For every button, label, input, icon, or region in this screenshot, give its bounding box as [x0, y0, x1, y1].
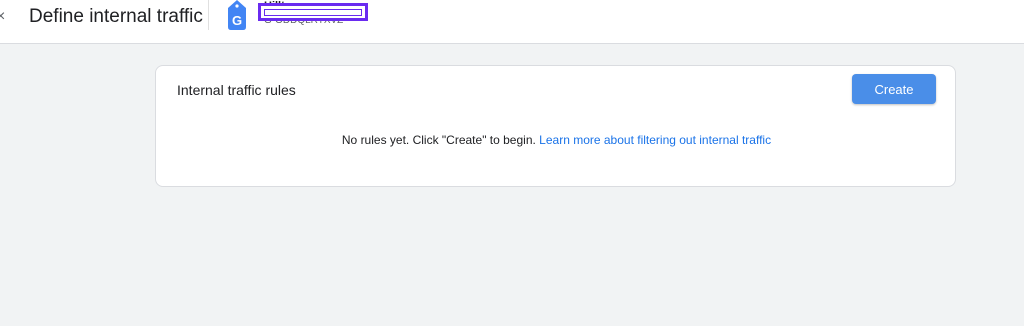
empty-state-message: No rules yet. Click "Create" to begin. L… [156, 132, 957, 148]
close-icon[interactable]: × [0, 8, 10, 26]
card-title: Internal traffic rules [177, 82, 296, 98]
create-button[interactable]: Create [852, 74, 936, 104]
header-divider [208, 0, 209, 30]
internal-traffic-rules-card: Internal traffic rules Create No rules y… [155, 65, 956, 187]
learn-more-link[interactable]: Learn more about filtering out internal … [539, 133, 771, 147]
page-title: Define internal traffic [29, 6, 203, 27]
google-tag-icon: G [228, 0, 246, 30]
empty-state-text: No rules yet. Click "Create" to begin. [341, 133, 536, 147]
svg-text:G: G [232, 13, 242, 28]
redaction-box [258, 3, 368, 21]
top-app-bar: × Define internal traffic G Hilltop G-OD… [0, 0, 1024, 44]
